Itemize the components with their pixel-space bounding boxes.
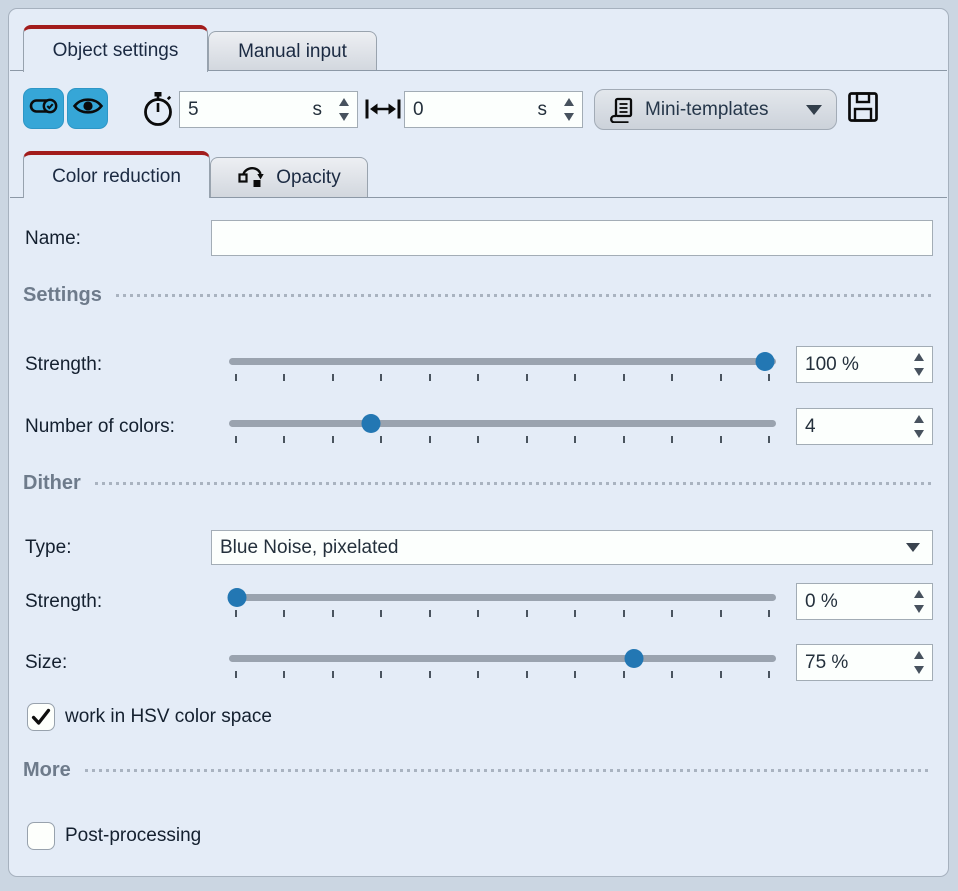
slider-handle[interactable] [362, 414, 381, 433]
strength1-value: 100 % [805, 354, 909, 376]
size-slider[interactable] [229, 649, 776, 679]
offset-suffix: s [538, 99, 548, 121]
save-icon [846, 90, 880, 129]
spin-down-button[interactable] [914, 605, 924, 613]
slider-handle[interactable] [624, 649, 643, 668]
section-more: More [23, 757, 931, 783]
colors-spinbox[interactable]: 4 [796, 408, 933, 445]
duration-spin-buttons [334, 98, 357, 121]
hsv-checkbox-label[interactable]: work in HSV color space [65, 703, 272, 731]
tab-manual-input[interactable]: Manual input [208, 31, 377, 71]
offset-spinbox[interactable]: 0 s [404, 91, 583, 128]
colors-spin-buttons [909, 415, 932, 438]
strength1-slider[interactable] [229, 352, 776, 382]
chevron-down-icon [806, 105, 822, 115]
colors-value: 4 [805, 416, 909, 438]
strength2-value: 0 % [805, 591, 909, 613]
duration-suffix: s [313, 99, 323, 121]
horizontal-extent-icon [364, 98, 402, 120]
toggle-check-icon [28, 92, 60, 125]
spin-up-button[interactable] [564, 98, 574, 106]
toggle-check-button[interactable] [23, 88, 64, 129]
section-dotted-rule [116, 294, 931, 297]
tab-manual-input-label: Manual input [238, 41, 347, 63]
spin-up-button[interactable] [914, 353, 924, 361]
slider-ticks [235, 436, 770, 443]
offset-spin-buttons [559, 98, 582, 121]
spin-down-button[interactable] [914, 666, 924, 674]
slider-track[interactable] [229, 594, 776, 601]
size-spinbox[interactable]: 75 % [796, 644, 933, 681]
spin-down-button[interactable] [339, 113, 349, 121]
slider-handle[interactable] [228, 588, 247, 607]
section-settings-title: Settings [23, 284, 102, 307]
type-label: Type: [25, 529, 71, 566]
tab-object-settings-label: Object settings [53, 40, 179, 62]
post-processing-checkbox[interactable] [27, 822, 55, 850]
strength2-spinbox[interactable]: 0 % [796, 583, 933, 620]
size-label: Size: [25, 644, 67, 681]
section-dotted-rule [85, 769, 931, 772]
slider-track[interactable] [229, 358, 776, 365]
stopwatch-icon [140, 91, 176, 127]
size-spin-buttons [909, 651, 932, 674]
duration-spinbox[interactable]: 5 s [179, 91, 358, 128]
check-icon [28, 703, 54, 731]
spin-down-button[interactable] [914, 430, 924, 438]
tab-color-reduction-label: Color reduction [52, 166, 181, 188]
colors-slider[interactable] [229, 414, 776, 444]
object-settings-window: { "tabs": { "outer": [ { "label": "Objec… [0, 0, 958, 891]
section-settings: Settings [23, 282, 931, 308]
scroll-icon [609, 96, 635, 123]
slider-track[interactable] [229, 655, 776, 662]
tab-opacity-label: Opacity [276, 167, 340, 189]
name-label: Name: [25, 220, 81, 257]
spin-up-button[interactable] [914, 590, 924, 598]
slider-ticks [235, 374, 770, 381]
eye-icon [72, 94, 104, 123]
spin-down-button[interactable] [564, 113, 574, 121]
slider-handle[interactable] [756, 352, 775, 371]
slider-track[interactable] [229, 420, 776, 427]
section-dither-title: Dither [23, 472, 81, 495]
chevron-down-icon [906, 543, 920, 552]
section-dither: Dither [23, 470, 931, 496]
colors-label: Number of colors: [25, 408, 175, 445]
strength1-spin-buttons [909, 353, 932, 376]
name-input[interactable] [211, 220, 933, 256]
templates-dropdown[interactable]: Mini-templates [594, 89, 837, 130]
strength1-label: Strength: [25, 346, 102, 383]
preview-eye-button[interactable] [67, 88, 108, 129]
strength1-spinbox[interactable]: 100 % [796, 346, 933, 383]
spin-up-button[interactable] [914, 415, 924, 423]
strength2-spin-buttons [909, 590, 932, 613]
duration-value: 5 [188, 99, 313, 121]
offset-value: 0 [413, 99, 538, 121]
section-dotted-rule [95, 482, 931, 485]
tab-object-settings[interactable]: Object settings [23, 25, 208, 72]
type-combobox[interactable]: Blue Noise, pixelated [211, 530, 933, 565]
spin-up-button[interactable] [339, 98, 349, 106]
save-template-button[interactable] [846, 92, 880, 126]
strength2-label: Strength: [25, 583, 102, 620]
animation-icon [237, 165, 267, 191]
tab-opacity[interactable]: Opacity [210, 157, 368, 197]
hsv-checkbox[interactable] [27, 703, 55, 731]
slider-ticks [235, 610, 770, 617]
spin-down-button[interactable] [914, 368, 924, 376]
strength2-slider[interactable] [229, 588, 776, 618]
settings-panel: Object settings Manual input [8, 8, 949, 877]
post-processing-label[interactable]: Post-processing [65, 822, 201, 850]
section-more-title: More [23, 759, 71, 782]
spin-up-button[interactable] [914, 651, 924, 659]
templates-dropdown-label: Mini-templates [645, 99, 769, 121]
size-value: 75 % [805, 652, 909, 674]
slider-ticks [235, 671, 770, 678]
tab-color-reduction[interactable]: Color reduction [23, 151, 210, 198]
type-combobox-value: Blue Noise, pixelated [220, 537, 399, 559]
